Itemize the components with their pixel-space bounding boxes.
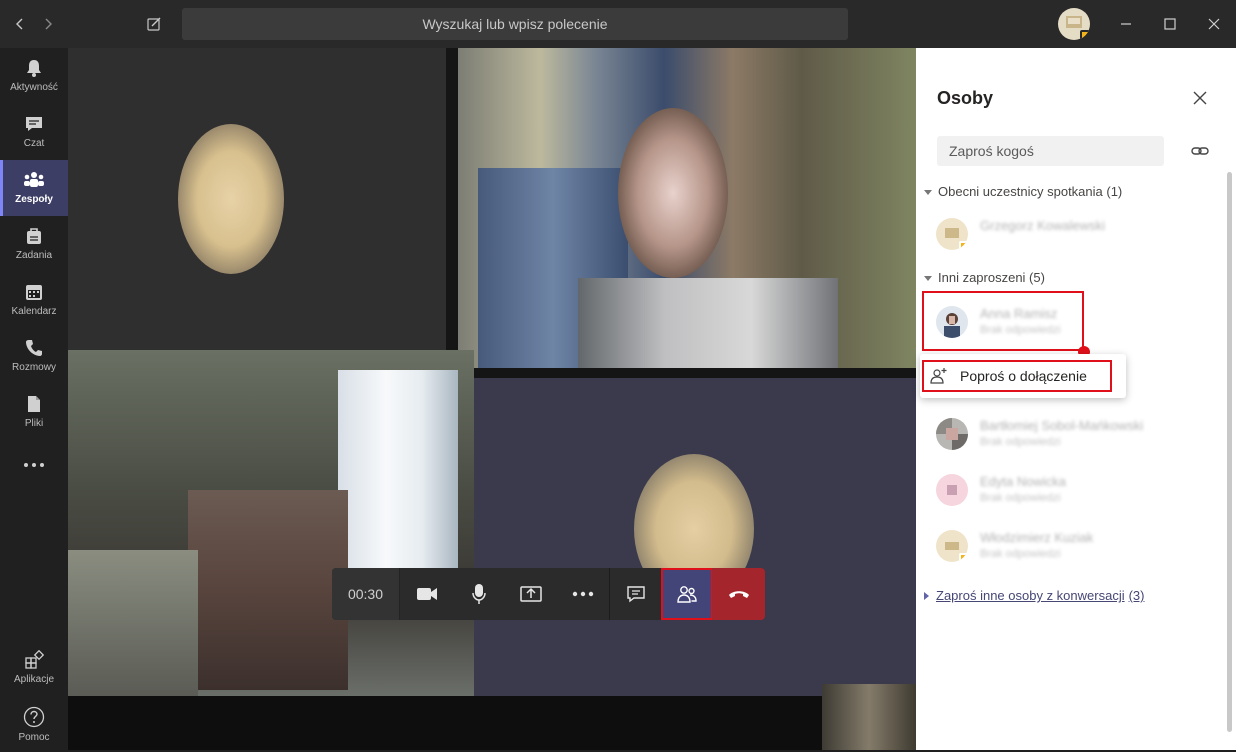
close-panel-icon[interactable] bbox=[1192, 90, 1208, 106]
status-away-icon bbox=[1080, 30, 1090, 40]
rail-item-more[interactable] bbox=[0, 448, 68, 504]
participant-status: Brak odpowiedzi bbox=[980, 492, 1061, 504]
video-filmstrip bbox=[68, 696, 916, 750]
rail-item-help[interactable]: Pomoc bbox=[0, 696, 68, 752]
more-actions-button[interactable] bbox=[557, 568, 609, 620]
participant-name: Grzegorz Kowalewski bbox=[980, 218, 1105, 233]
title-bar: Wyszukaj lub wpisz polecenie bbox=[0, 0, 1236, 48]
status-away-icon bbox=[959, 241, 968, 250]
search-placeholder: Wyszukaj lub wpisz polecenie bbox=[422, 16, 608, 32]
show-conversation-button[interactable] bbox=[610, 568, 662, 620]
camera-icon bbox=[417, 588, 437, 600]
participant-avatar-blurred bbox=[178, 124, 284, 274]
participant-name: Edyta Nowicka bbox=[980, 474, 1066, 489]
section-label: Inni zaproszeni (5) bbox=[938, 270, 1045, 285]
invited-person-item[interactable]: Bartłomiej Sobol-Mańkowski Brak odpowied… bbox=[936, 412, 1176, 456]
chevron-down-icon bbox=[924, 189, 932, 195]
rail-item-files[interactable]: Pliki bbox=[0, 384, 68, 440]
avatar bbox=[936, 474, 968, 506]
forward-arrow-icon[interactable] bbox=[30, 0, 66, 48]
more-icon bbox=[572, 591, 594, 597]
participant-item[interactable]: Grzegorz Kowalewski bbox=[936, 212, 1176, 256]
help-icon bbox=[23, 706, 45, 728]
teams-icon bbox=[24, 172, 44, 187]
call-timer: 00:30 bbox=[332, 568, 400, 620]
invite-from-conversation-link[interactable]: Zaproś inne osoby z konwersacji (3) bbox=[924, 588, 1144, 603]
other-invited-header[interactable]: Inni zaproszeni (5) bbox=[924, 270, 1045, 285]
chat-icon bbox=[26, 117, 42, 131]
microphone-button[interactable] bbox=[453, 568, 505, 620]
rail-label: Rozmowy bbox=[12, 362, 56, 373]
rail-item-chat[interactable]: Czat bbox=[0, 104, 68, 160]
share-screen-button[interactable] bbox=[505, 568, 557, 620]
rail-label: Pliki bbox=[24, 418, 44, 429]
share-screen-icon bbox=[520, 586, 542, 602]
video-tile bbox=[68, 350, 474, 696]
self-video-preview[interactable] bbox=[822, 684, 916, 750]
link-label: Zaproś inne osoby z konwersacji bbox=[936, 588, 1125, 603]
more-icon bbox=[24, 463, 44, 467]
avatar bbox=[936, 530, 968, 562]
participant-status: Brak odpowiedzi bbox=[980, 436, 1061, 448]
people-icon bbox=[677, 586, 697, 603]
show-participants-button[interactable] bbox=[661, 568, 713, 620]
tasks-icon bbox=[27, 228, 41, 244]
highlight-frame bbox=[922, 360, 1112, 392]
search-input[interactable]: Wyszukaj lub wpisz polecenie bbox=[182, 8, 848, 40]
people-panel: Osoby Obecni uczestnicy spotkania (1) Gr… bbox=[916, 48, 1236, 750]
section-label: Obecni uczestnicy spotkania (1) bbox=[938, 184, 1123, 199]
invited-person-item[interactable]: Włodzimierz Kuziak Brak odpowiedzi bbox=[936, 524, 1176, 568]
rail-item-calls[interactable]: Rozmowy bbox=[0, 328, 68, 384]
highlight-frame bbox=[922, 291, 1084, 351]
chevron-down-icon bbox=[924, 275, 932, 281]
scrollbar[interactable] bbox=[1227, 172, 1232, 732]
chat-icon bbox=[627, 586, 645, 603]
call-controls: 00:30 bbox=[332, 568, 765, 620]
rail-label: Kalendarz bbox=[11, 306, 57, 317]
rail-label: Zadania bbox=[15, 250, 53, 261]
video-tile bbox=[458, 48, 916, 368]
current-participants-header[interactable]: Obecni uczestnicy spotkania (1) bbox=[924, 184, 1122, 199]
rail-item-activity[interactable]: Aktywność bbox=[0, 48, 68, 104]
bell-icon bbox=[27, 60, 41, 77]
phone-icon bbox=[26, 340, 42, 356]
rail-label: Aktywność bbox=[10, 82, 58, 93]
compose-icon[interactable] bbox=[136, 0, 172, 48]
rail-item-teams[interactable]: Zespoły bbox=[0, 160, 68, 216]
status-away-icon bbox=[959, 553, 968, 562]
rail-label: Czat bbox=[23, 138, 45, 149]
invited-person-item[interactable]: Edyta Nowicka Brak odpowiedzi bbox=[936, 468, 1176, 512]
rail-label: Pomoc bbox=[18, 732, 50, 743]
rail-label: Aplikacje bbox=[13, 674, 55, 685]
participant-status: Brak odpowiedzi bbox=[980, 548, 1061, 560]
avatar bbox=[936, 218, 968, 250]
participant-name: Bartłomiej Sobol-Mańkowski bbox=[980, 418, 1144, 433]
rail-item-tasks[interactable]: Zadania bbox=[0, 216, 68, 272]
maximize-icon[interactable] bbox=[1148, 0, 1192, 48]
rail-item-calendar[interactable]: Kalendarz bbox=[0, 272, 68, 328]
avatar[interactable] bbox=[1058, 8, 1090, 40]
app-bar: Aktywność Czat Zespoły Zadania Kalendarz… bbox=[0, 48, 68, 750]
calendar-icon bbox=[26, 285, 42, 300]
close-icon[interactable] bbox=[1192, 0, 1236, 48]
panel-title: Osoby bbox=[937, 88, 994, 108]
link-count: (3) bbox=[1128, 588, 1145, 603]
video-tile bbox=[68, 48, 446, 350]
rail-item-apps[interactable]: Aplikacje bbox=[0, 640, 68, 696]
chevron-right-icon bbox=[924, 591, 929, 600]
files-icon bbox=[28, 396, 40, 412]
video-stage bbox=[68, 48, 916, 750]
rail-label: Zespoły bbox=[15, 194, 53, 205]
invite-someone-input[interactable] bbox=[937, 136, 1164, 166]
minimize-icon[interactable] bbox=[1104, 0, 1148, 48]
apps-icon bbox=[25, 650, 44, 669]
avatar bbox=[936, 418, 968, 450]
video-tile bbox=[474, 378, 916, 696]
participant-name: Włodzimierz Kuziak bbox=[980, 530, 1094, 545]
hang-up-icon bbox=[728, 591, 749, 598]
microphone-icon bbox=[472, 584, 486, 604]
hang-up-button[interactable] bbox=[712, 568, 765, 620]
camera-button[interactable] bbox=[401, 568, 453, 620]
share-link-icon[interactable] bbox=[1191, 142, 1209, 160]
